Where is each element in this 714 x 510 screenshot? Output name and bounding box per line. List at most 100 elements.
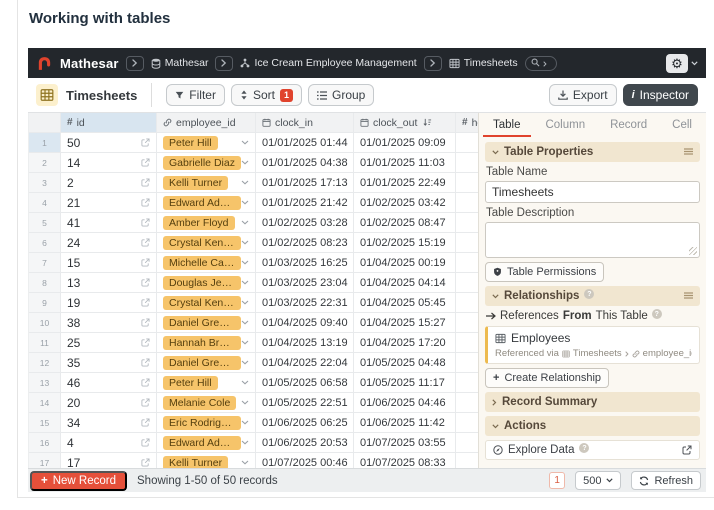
- employee-cell[interactable]: Edward Adams: [157, 193, 256, 212]
- table-row[interactable]: 2 14 Gabrielle Diaz 01/01/2025 04:38 01/…: [29, 153, 478, 173]
- section-table-properties[interactable]: Table Properties: [485, 142, 700, 162]
- row-number[interactable]: 6: [29, 233, 61, 252]
- employee-cell[interactable]: Melanie Cole: [157, 393, 256, 412]
- hours-cell[interactable]: [456, 173, 478, 192]
- settings-button[interactable]: ⚙: [666, 54, 688, 73]
- external-link-icon[interactable]: [141, 198, 150, 207]
- chevron-down-icon[interactable]: [691, 61, 698, 66]
- tab-cell[interactable]: Cell: [662, 113, 702, 137]
- row-number[interactable]: 1: [29, 133, 61, 152]
- chevron-right-icon[interactable]: [424, 56, 442, 71]
- id-cell[interactable]: 34: [61, 413, 157, 432]
- employee-cell[interactable]: Amber Floyd: [157, 213, 256, 232]
- table-description-input[interactable]: [485, 222, 700, 258]
- employee-cell[interactable]: Crystal Kennedy: [157, 233, 256, 252]
- id-cell[interactable]: 35: [61, 353, 157, 372]
- id-cell[interactable]: 14: [61, 153, 157, 172]
- chevron-down-icon[interactable]: [241, 240, 249, 245]
- id-cell[interactable]: 15: [61, 253, 157, 272]
- row-number[interactable]: 8: [29, 273, 61, 292]
- record-pill[interactable]: Kelli Turner: [163, 176, 228, 190]
- chevron-down-icon[interactable]: [241, 380, 249, 385]
- record-pill[interactable]: Crystal Kennedy: [163, 296, 241, 310]
- tab-table[interactable]: Table: [483, 113, 531, 137]
- id-cell[interactable]: 4: [61, 433, 157, 452]
- column-header-employee-id[interactable]: employee_id: [157, 113, 256, 132]
- brand-name[interactable]: Mathesar: [60, 56, 119, 71]
- table-row[interactable]: 15 34 Eric Rodriguez 01/06/2025 06:25 01…: [29, 413, 478, 433]
- chevron-down-icon[interactable]: [241, 420, 249, 425]
- clock-out-cell[interactable]: 01/04/2025 17:20: [354, 333, 456, 352]
- employee-cell[interactable]: Peter Hill: [157, 133, 256, 152]
- id-cell[interactable]: 38: [61, 313, 157, 332]
- id-cell[interactable]: 13: [61, 273, 157, 292]
- employee-cell[interactable]: Edward Adams: [157, 433, 256, 452]
- clock-out-cell[interactable]: 01/01/2025 11:03: [354, 153, 456, 172]
- column-header-hours[interactable]: # ho: [456, 113, 478, 132]
- external-link-icon[interactable]: [141, 318, 150, 327]
- clock-in-cell[interactable]: 01/03/2025 22:31: [256, 293, 354, 312]
- table-row[interactable]: 10 38 Daniel Greene 01/04/2025 09:40 01/…: [29, 313, 478, 333]
- record-pill[interactable]: Daniel Greene: [163, 316, 241, 330]
- group-button[interactable]: Group: [308, 84, 374, 106]
- record-pill[interactable]: Michelle Carter: [163, 256, 241, 270]
- breadcrumb-database[interactable]: Mathesar: [151, 57, 209, 69]
- record-pill[interactable]: Melanie Cole: [163, 396, 236, 410]
- table-permissions-button[interactable]: Table Permissions: [485, 262, 604, 282]
- explore-data-action[interactable]: Explore Data ?: [485, 440, 700, 460]
- row-number[interactable]: 17: [29, 453, 61, 468]
- chevron-down-icon[interactable]: [241, 340, 249, 345]
- resize-handle[interactable]: [689, 247, 697, 255]
- clock-out-cell[interactable]: 01/04/2025 05:45: [354, 293, 456, 312]
- table-row[interactable]: 6 24 Crystal Kennedy 01/02/2025 08:23 01…: [29, 233, 478, 253]
- clock-in-cell[interactable]: 01/07/2025 00:46: [256, 453, 354, 468]
- chevron-down-icon[interactable]: [241, 220, 249, 225]
- clock-out-cell[interactable]: 01/02/2025 08:47: [354, 213, 456, 232]
- record-pill[interactable]: Edward Adams: [163, 436, 241, 450]
- external-link-icon[interactable]: [141, 398, 150, 407]
- id-cell[interactable]: 46: [61, 373, 157, 392]
- clock-in-cell[interactable]: 01/06/2025 20:53: [256, 433, 354, 452]
- hours-cell[interactable]: [456, 373, 478, 392]
- clock-in-cell[interactable]: 01/02/2025 03:28: [256, 213, 354, 232]
- column-header-id[interactable]: # id: [61, 113, 157, 132]
- external-link-icon[interactable]: [141, 338, 150, 347]
- chevron-down-icon[interactable]: [241, 260, 249, 265]
- hours-cell[interactable]: [456, 313, 478, 332]
- external-link-icon[interactable]: [141, 138, 150, 147]
- clock-out-cell[interactable]: 01/04/2025 04:14: [354, 273, 456, 292]
- clock-out-cell[interactable]: 01/04/2025 15:27: [354, 313, 456, 332]
- id-cell[interactable]: 25: [61, 333, 157, 352]
- row-number[interactable]: 4: [29, 193, 61, 212]
- hours-cell[interactable]: [456, 253, 478, 272]
- hours-cell[interactable]: [456, 153, 478, 172]
- clock-out-cell[interactable]: 01/02/2025 03:42: [354, 193, 456, 212]
- mathesar-logo-icon[interactable]: [36, 55, 53, 72]
- clock-out-cell[interactable]: 01/07/2025 08:33: [354, 453, 456, 468]
- clock-in-cell[interactable]: 01/06/2025 06:25: [256, 413, 354, 432]
- clock-in-cell[interactable]: 01/04/2025 13:19: [256, 333, 354, 352]
- clock-in-cell[interactable]: 01/04/2025 09:40: [256, 313, 354, 332]
- row-number[interactable]: 10: [29, 313, 61, 332]
- chevron-down-icon[interactable]: [241, 460, 249, 465]
- hours-cell[interactable]: [456, 193, 478, 212]
- clock-out-cell[interactable]: 01/05/2025 04:48: [354, 353, 456, 372]
- tab-record[interactable]: Record: [600, 113, 657, 137]
- row-number[interactable]: 2: [29, 153, 61, 172]
- hours-cell[interactable]: [456, 413, 478, 432]
- section-actions[interactable]: Actions: [485, 416, 700, 436]
- id-cell[interactable]: 21: [61, 193, 157, 212]
- id-cell[interactable]: 24: [61, 233, 157, 252]
- inspector-button[interactable]: i Inspector: [623, 84, 698, 106]
- employee-cell[interactable]: Peter Hill: [157, 373, 256, 392]
- clock-in-cell[interactable]: 01/05/2025 22:51: [256, 393, 354, 412]
- reference-card-employees[interactable]: Employees Referenced via Timesheets: [485, 326, 700, 364]
- breadcrumb-table[interactable]: Timesheets: [449, 57, 518, 69]
- clock-in-cell[interactable]: 01/01/2025 04:38: [256, 153, 354, 172]
- section-menu-icon[interactable]: [684, 292, 693, 300]
- external-link-icon[interactable]: [141, 418, 150, 427]
- employee-cell[interactable]: Daniel Greene: [157, 313, 256, 332]
- hours-cell[interactable]: [456, 333, 478, 352]
- section-record-summary[interactable]: Record Summary: [485, 392, 700, 412]
- clock-out-cell[interactable]: 01/06/2025 11:42: [354, 413, 456, 432]
